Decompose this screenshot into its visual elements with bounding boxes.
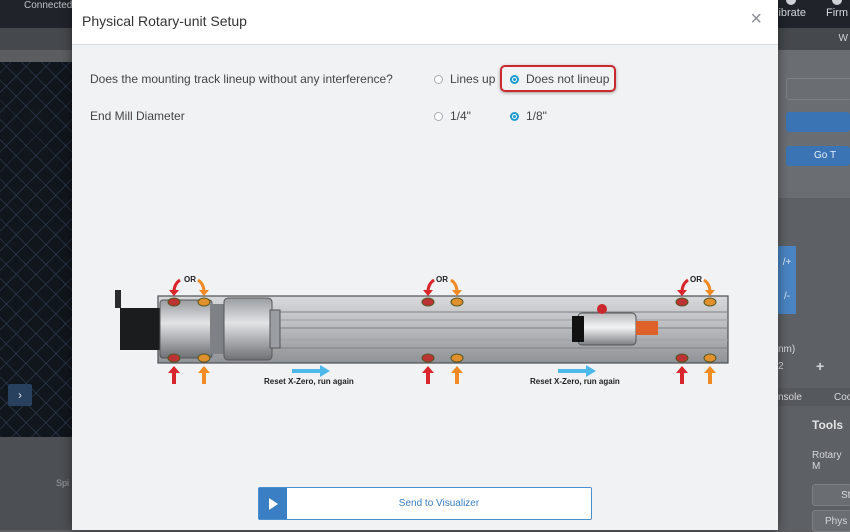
end-mill-diameter-label: End Mill Diameter: [90, 109, 185, 123]
quarter-inch-radio[interactable]: [434, 111, 443, 121]
unit-label: nm): [778, 344, 796, 355]
jog-up-button[interactable]: /+: [778, 246, 796, 280]
rotary-label: Rotary M: [812, 450, 842, 472]
st-button[interactable]: St: [812, 484, 850, 506]
modal-title: Physical Rotary-unit Setup: [82, 13, 247, 29]
or-label-2: OR: [436, 275, 448, 284]
visualizer-nav-button[interactable]: ›: [8, 384, 32, 406]
lines-up-radio[interactable]: [434, 74, 443, 84]
left-bottom-panel: Spi: [0, 437, 72, 530]
lines-up-option[interactable]: Lines up: [434, 72, 495, 86]
console-tabs: nsole Coo: [778, 388, 850, 406]
calibrate-menu[interactable]: librate: [776, 0, 806, 19]
visualizer-grid[interactable]: [0, 62, 72, 437]
reset-caption-1: Reset X-Zero, run again: [264, 377, 354, 386]
subbar-label: W: [838, 33, 848, 44]
eighth-inch-radio[interactable]: [510, 111, 519, 121]
increment-button[interactable]: +: [816, 358, 824, 374]
code-tab[interactable]: Coo: [834, 392, 850, 403]
tools-heading: Tools: [812, 418, 844, 432]
jog-down-button[interactable]: /-: [778, 280, 796, 314]
track-lineup-question: Does the mounting track lineup without a…: [90, 72, 393, 86]
or-label-1: OR: [184, 275, 196, 284]
send-to-visualizer-label: Send to Visualizer: [398, 498, 480, 509]
close-icon[interactable]: ×: [750, 9, 762, 29]
right-panel: Go T /+ /- nm) 2 + nsole Coo Tools Rotar…: [778, 50, 850, 532]
target-button[interactable]: [786, 78, 850, 100]
or-label-3: OR: [690, 275, 702, 284]
phys-button[interactable]: Phys: [812, 510, 850, 532]
spindle-label: Spi: [56, 478, 70, 488]
step-value[interactable]: 2: [778, 361, 784, 372]
modal-header: Physical Rotary-unit Setup ×: [72, 0, 778, 45]
rotary-track-illustration: [115, 278, 729, 384]
selection-highlight: [500, 65, 616, 92]
firmware-icon: [832, 0, 842, 5]
eighth-inch-option[interactable]: 1/8": [510, 109, 547, 123]
reset-caption-2: Reset X-Zero, run again: [530, 377, 620, 386]
connection-status: Connected: [24, 0, 73, 11]
calibrate-icon: [785, 0, 796, 5]
console-tab[interactable]: nsole: [778, 392, 802, 403]
quarter-inch-option[interactable]: 1/4": [434, 109, 471, 123]
firmware-menu[interactable]: Firm: [826, 0, 848, 19]
rotary-setup-modal: Physical Rotary-unit Setup × Does the mo…: [72, 0, 778, 530]
play-icon: [259, 488, 287, 519]
send-to-visualizer-button[interactable]: Send to Visualizer: [258, 487, 592, 520]
go-to-button[interactable]: Go T: [786, 146, 850, 166]
chart-button[interactable]: [786, 112, 850, 132]
rotary-track-diagram: OR OR OR Reset X-Zero, run again Reset X…: [112, 268, 734, 393]
